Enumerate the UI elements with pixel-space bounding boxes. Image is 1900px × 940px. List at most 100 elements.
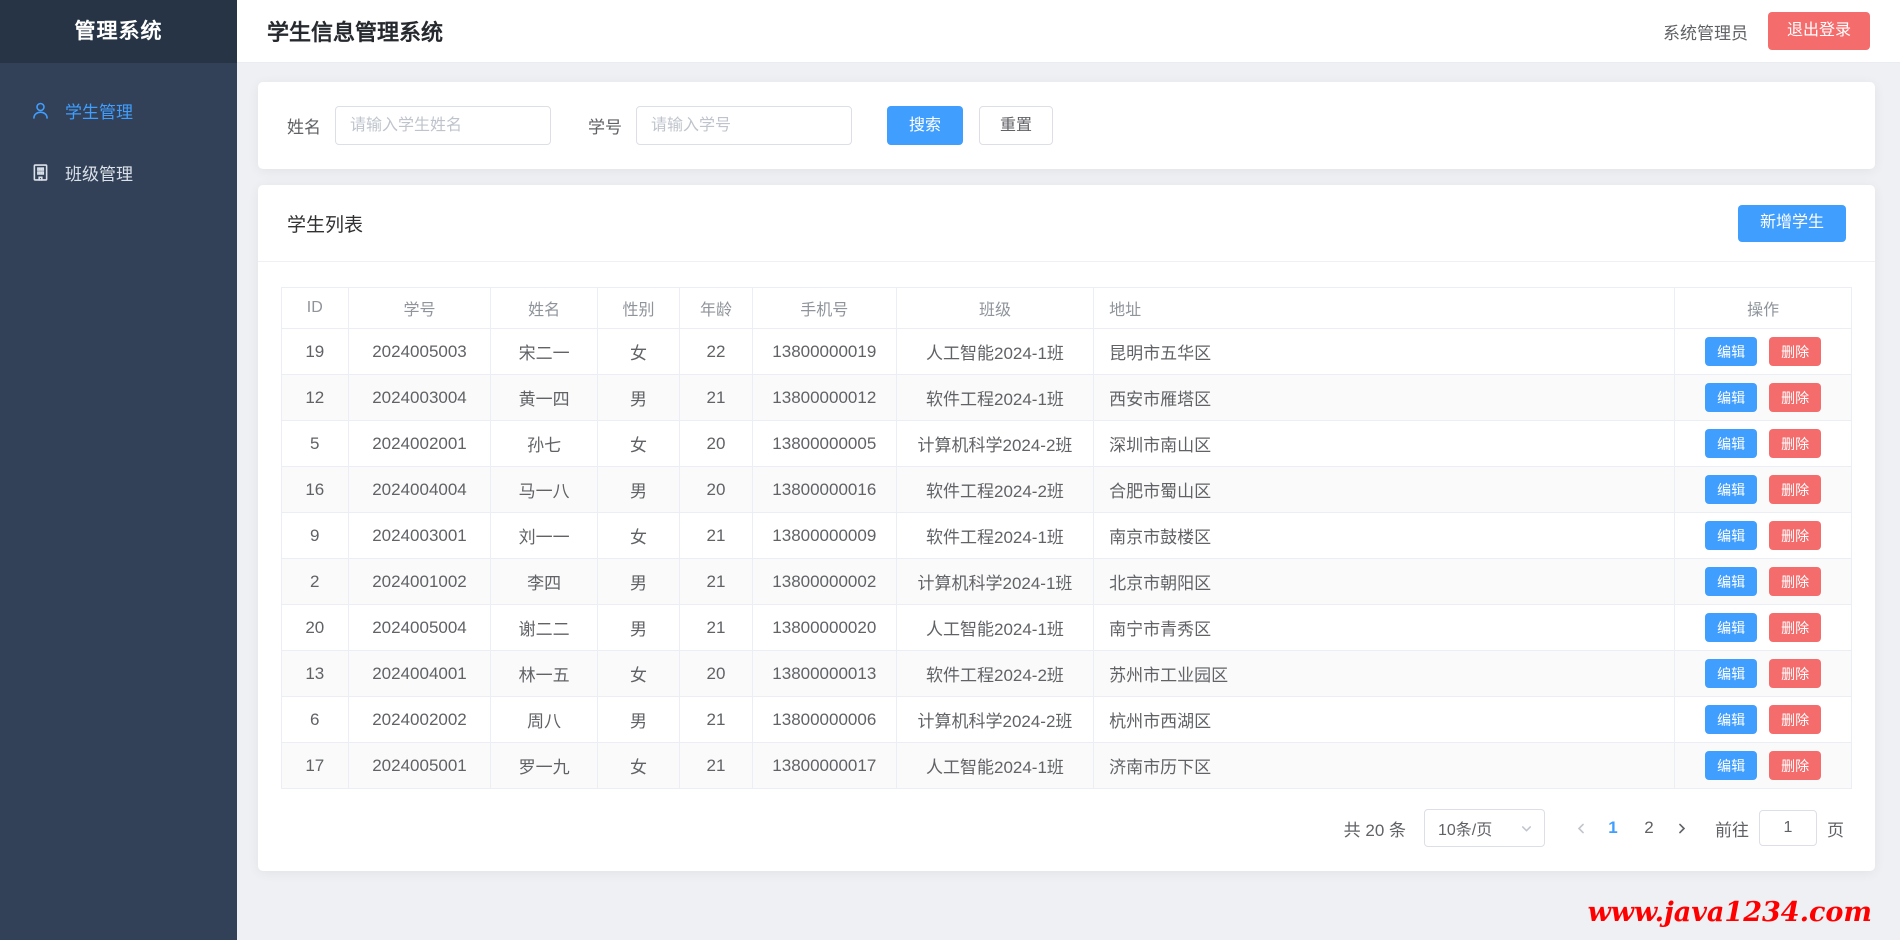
student-no-cell: 2024005004: [348, 605, 491, 651]
sidebar-menu: 学生管理 班级管理: [0, 63, 237, 203]
name-cell: 刘一一: [491, 513, 597, 559]
edit-button[interactable]: 编辑: [1705, 475, 1757, 504]
student-list-panel: 学生列表 新增学生 ID 学号 姓名 性别 年龄 手机号: [258, 185, 1875, 871]
student-no-cell: 2024004004: [348, 467, 491, 513]
delete-button[interactable]: 删除: [1769, 337, 1821, 366]
edit-button[interactable]: 编辑: [1705, 429, 1757, 458]
delete-button[interactable]: 删除: [1769, 705, 1821, 734]
table-row: 52024002001孙七女2013800000005计算机科学2024-2班深…: [282, 421, 1852, 467]
delete-button[interactable]: 删除: [1769, 751, 1821, 780]
delete-button[interactable]: 删除: [1769, 567, 1821, 596]
col-header-phone: 手机号: [752, 288, 896, 329]
table-row: 202024005004谢二二男2113800000020人工智能2024-1班…: [282, 605, 1852, 651]
sidebar-item-classes[interactable]: 班级管理: [0, 141, 237, 203]
gender-cell: 女: [597, 513, 679, 559]
col-header-actions: 操作: [1675, 288, 1852, 329]
delete-button[interactable]: 删除: [1769, 521, 1821, 550]
gender-cell: 女: [597, 743, 679, 789]
student-no-cell: 2024003004: [348, 375, 491, 421]
prev-page-button[interactable]: [1567, 821, 1595, 836]
add-student-button[interactable]: 新增学生: [1738, 205, 1846, 242]
logout-button[interactable]: 退出登录: [1768, 12, 1870, 50]
edit-button[interactable]: 编辑: [1705, 383, 1757, 412]
sidebar-title: 管理系统: [0, 0, 237, 63]
user-icon: [30, 100, 51, 121]
main-content: 姓名 学号 搜索 重置 学生列表 新增学生 ID 学号 姓名: [237, 63, 1900, 940]
edit-button[interactable]: 编辑: [1705, 521, 1757, 550]
sidebar-item-label: 班级管理: [65, 160, 133, 185]
id-cell: 19: [282, 329, 349, 375]
id-cell: 6: [282, 697, 349, 743]
age-cell: 20: [680, 651, 753, 697]
class-cell: 软件工程2024-1班: [896, 375, 1093, 421]
goto-page-input[interactable]: [1759, 810, 1817, 846]
delete-button[interactable]: 删除: [1769, 383, 1821, 412]
student-table-body: 192024005003宋二一女2213800000019人工智能2024-1班…: [282, 329, 1852, 789]
age-cell: 20: [680, 467, 753, 513]
reset-button[interactable]: 重置: [979, 106, 1053, 145]
name-cell: 罗一九: [491, 743, 597, 789]
phone-cell: 13800000017: [752, 743, 896, 789]
name-cell: 马一八: [491, 467, 597, 513]
gender-cell: 男: [597, 375, 679, 421]
class-cell: 计算机科学2024-2班: [896, 421, 1093, 467]
name-cell: 宋二一: [491, 329, 597, 375]
search-panel: 姓名 学号 搜索 重置: [258, 82, 1875, 169]
sidebar-item-students[interactable]: 学生管理: [0, 79, 237, 141]
page-size-value: 10条/页: [1438, 816, 1492, 840]
age-cell: 21: [680, 743, 753, 789]
edit-button[interactable]: 编辑: [1705, 613, 1757, 642]
sidebar-item-label: 学生管理: [65, 98, 133, 123]
id-cell: 13: [282, 651, 349, 697]
edit-button[interactable]: 编辑: [1705, 659, 1757, 688]
page-title: 学生信息管理系统: [267, 15, 443, 47]
age-cell: 21: [680, 697, 753, 743]
address-cell: 杭州市西湖区: [1094, 697, 1675, 743]
page-number-2[interactable]: 2: [1633, 818, 1665, 838]
actions-cell: 编辑删除: [1675, 513, 1852, 559]
page-size-select[interactable]: 10条/页: [1424, 809, 1545, 847]
actions-cell: 编辑删除: [1675, 421, 1852, 467]
search-button[interactable]: 搜索: [887, 106, 963, 145]
address-cell: 昆明市五华区: [1094, 329, 1675, 375]
list-title: 学生列表: [287, 210, 363, 237]
edit-button[interactable]: 编辑: [1705, 751, 1757, 780]
delete-button[interactable]: 删除: [1769, 475, 1821, 504]
age-cell: 21: [680, 513, 753, 559]
list-card-header: 学生列表 新增学生: [258, 185, 1875, 262]
gender-cell: 男: [597, 467, 679, 513]
delete-button[interactable]: 删除: [1769, 429, 1821, 458]
actions-cell: 编辑删除: [1675, 559, 1852, 605]
student-no-input[interactable]: [636, 106, 852, 145]
gender-cell: 女: [597, 421, 679, 467]
student-no-cell: 2024004001: [348, 651, 491, 697]
pagination: 共 20 条 10条/页 1 2 前往 页: [281, 789, 1852, 871]
building-icon: [30, 162, 51, 183]
class-cell: 计算机科学2024-2班: [896, 697, 1093, 743]
actions-cell: 编辑删除: [1675, 467, 1852, 513]
goto-label: 前往: [1715, 816, 1749, 841]
table-row: 172024005001罗一九女2113800000017人工智能2024-1班…: [282, 743, 1852, 789]
page-number-1[interactable]: 1: [1597, 818, 1629, 838]
address-cell: 合肥市蜀山区: [1094, 467, 1675, 513]
age-cell: 21: [680, 605, 753, 651]
edit-button[interactable]: 编辑: [1705, 567, 1757, 596]
delete-button[interactable]: 删除: [1769, 659, 1821, 688]
name-input[interactable]: [335, 106, 551, 145]
phone-cell: 13800000013: [752, 651, 896, 697]
col-header-id: ID: [282, 288, 349, 329]
student-no-label: 学号: [588, 113, 622, 138]
next-page-button[interactable]: [1667, 821, 1695, 836]
student-no-cell: 2024003001: [348, 513, 491, 559]
delete-button[interactable]: 删除: [1769, 613, 1821, 642]
name-cell: 黄一四: [491, 375, 597, 421]
class-cell: 人工智能2024-1班: [896, 329, 1093, 375]
phone-cell: 13800000005: [752, 421, 896, 467]
edit-button[interactable]: 编辑: [1705, 705, 1757, 734]
address-cell: 北京市朝阳区: [1094, 559, 1675, 605]
edit-button[interactable]: 编辑: [1705, 337, 1757, 366]
col-header-student-no: 学号: [348, 288, 491, 329]
student-no-cell: 2024001002: [348, 559, 491, 605]
address-cell: 苏州市工业园区: [1094, 651, 1675, 697]
watermark: www.java1234.com: [1588, 897, 1872, 928]
